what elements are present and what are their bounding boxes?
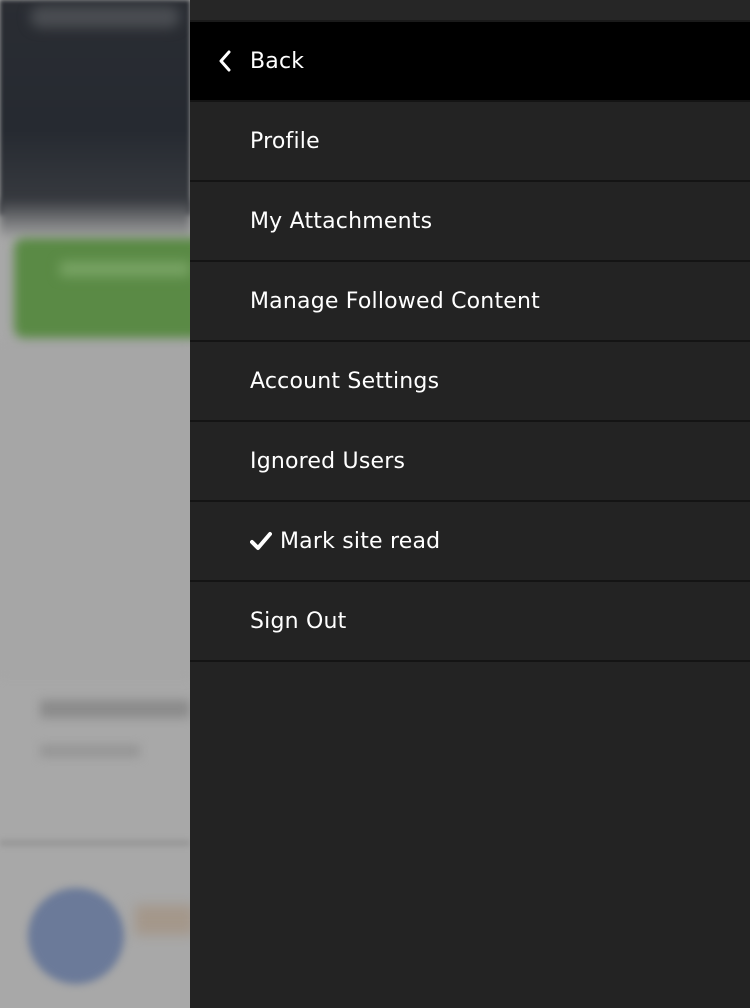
menu-item-label: Manage Followed Content xyxy=(250,288,540,314)
blurred-heading xyxy=(40,700,190,718)
blurred-content-area xyxy=(0,340,190,680)
menu-item-ignored-users[interactable]: Ignored Users xyxy=(190,422,750,502)
menu-item-account-settings[interactable]: Account Settings xyxy=(190,342,750,422)
drawer-top-bar xyxy=(190,0,750,22)
blurred-avatar xyxy=(28,888,124,984)
menu-item-label: Ignored Users xyxy=(250,448,406,474)
back-button[interactable]: Back xyxy=(190,22,750,102)
blurred-username xyxy=(135,905,190,935)
menu-item-label: My Attachments xyxy=(250,208,433,234)
menu-item-label: Sign Out xyxy=(250,608,347,634)
blurred-header-fade xyxy=(0,200,190,240)
menu-item-label: Mark site read xyxy=(280,528,441,554)
menu-item-profile[interactable]: Profile xyxy=(190,102,750,182)
menu-item-my-attachments[interactable]: My Attachments xyxy=(190,182,750,262)
menu-item-sign-out[interactable]: Sign Out xyxy=(190,582,750,662)
checkmark-icon xyxy=(250,532,272,550)
menu-item-label: Profile xyxy=(250,128,320,154)
account-menu-drawer: Back Profile My Attachments Manage Follo… xyxy=(190,0,750,1008)
blurred-site-header xyxy=(0,0,190,215)
blurred-green-banner xyxy=(14,238,190,338)
menu-item-manage-followed-content[interactable]: Manage Followed Content xyxy=(190,262,750,342)
back-label: Back xyxy=(250,48,305,74)
blurred-banner-text xyxy=(60,262,190,276)
blurred-divider xyxy=(0,840,190,846)
blurred-subtext xyxy=(40,745,140,757)
blurred-header-element xyxy=(30,6,180,28)
blurred-page-background[interactable] xyxy=(0,0,190,1008)
chevron-left-icon xyxy=(219,50,231,72)
menu-item-mark-site-read[interactable]: Mark site read xyxy=(190,502,750,582)
account-menu: Back Profile My Attachments Manage Follo… xyxy=(190,22,750,662)
menu-item-label: Account Settings xyxy=(250,368,440,394)
